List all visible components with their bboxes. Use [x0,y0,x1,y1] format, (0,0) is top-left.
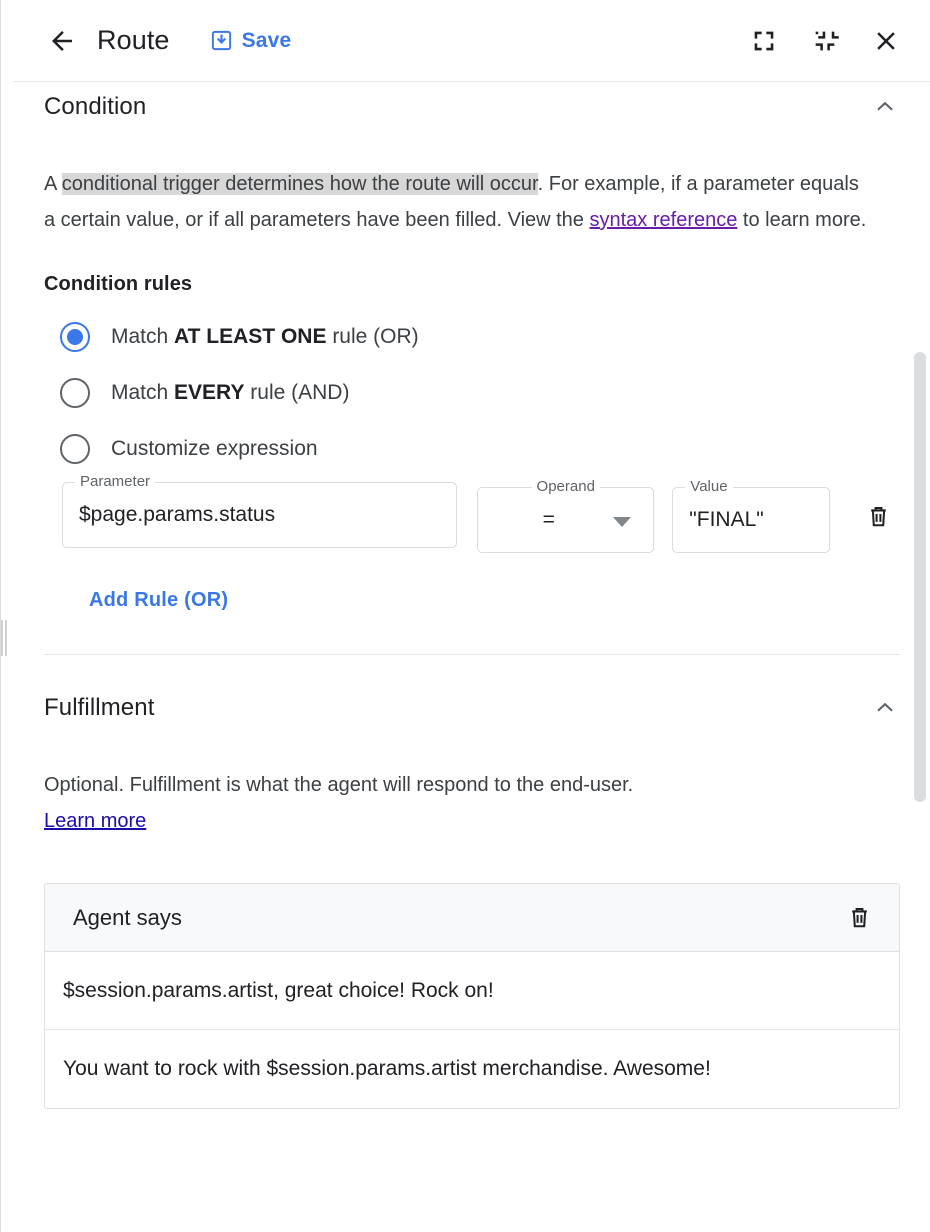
collapse-button[interactable] [805,21,845,61]
value-label: Value [685,478,732,495]
description-tail: to learn more. [737,209,866,231]
condition-title: Condition [44,93,146,121]
operand-select[interactable]: Operand = [477,487,654,553]
scrollbar-track[interactable] [914,172,926,1228]
scrollbar-thumb[interactable] [914,352,926,802]
delete-rule-button[interactable] [856,494,900,538]
resize-grip-bar [1,620,3,656]
agent-says-card-header: Agent says [45,884,899,952]
chevron-up-icon [872,695,898,721]
radio-label: Customize expression [111,437,318,461]
radio-indicator[interactable] [60,434,90,464]
arrow-back-icon [47,26,77,56]
close-button[interactable] [866,21,906,61]
save-download-icon [210,29,233,52]
value-input[interactable]: "FINAL" [673,508,779,532]
trash-icon [865,503,892,530]
condition-rules-label: Condition rules [44,273,900,296]
fullscreen-expand-icon [750,27,778,55]
fullscreen-collapse-icon [811,27,839,55]
description-lead: A [44,173,62,195]
panel-resize-handle[interactable] [1,618,10,658]
operand-value: = [543,508,555,532]
agent-says-title: Agent says [73,905,182,931]
fulfillment-title: Fulfillment [44,694,154,722]
learn-more-link[interactable]: Learn more [44,810,146,832]
save-label: Save [242,29,292,53]
radio-label: Match AT LEAST ONE rule (OR) [111,325,419,349]
trash-icon [846,904,873,931]
agent-message-row[interactable]: You want to rock with $session.params.ar… [45,1030,899,1108]
agent-says-card: Agent says $session.params.artist, great… [44,883,900,1109]
agent-message-row[interactable]: $session.params.artist, great choice! Ro… [45,952,899,1030]
syntax-reference-link[interactable]: syntax reference [590,209,738,231]
fulfillment-collapse-toggle[interactable] [870,693,900,723]
fulfillment-section: Fulfillment Optional. Fulfillment is wha… [14,655,930,1109]
condition-section-header[interactable]: Condition [44,82,900,122]
panel-body: Condition A conditional trigger determin… [14,82,930,1232]
parameter-label: Parameter [75,473,155,490]
radio-label: Match EVERY rule (AND) [111,381,349,405]
chevron-up-icon [872,94,898,120]
parameter-input[interactable]: $page.params.status [63,503,291,527]
condition-rule-row: Parameter $page.params.status Operand = … [44,482,900,553]
add-rule-button[interactable]: Add Rule (OR) [89,589,228,612]
panel-header: Route Save [14,0,930,82]
value-field[interactable]: Value "FINAL" [672,487,830,553]
radio-option-match-every[interactable]: Match EVERY rule (AND) [44,378,900,408]
fulfillment-section-header[interactable]: Fulfillment [44,683,900,723]
description-selected-text: conditional trigger determines how the r… [62,173,538,195]
close-icon [871,26,901,56]
save-button[interactable]: Save [210,29,292,53]
route-panel: Route Save [0,0,930,1232]
radio-indicator[interactable] [60,378,90,408]
fulfillment-description-text: Optional. Fulfillment is what the agent … [44,774,633,796]
condition-section: Condition A conditional trigger determin… [14,82,930,655]
chevron-down-icon [613,517,631,527]
delete-agent-says-button[interactable] [837,896,881,940]
expand-button[interactable] [744,21,784,61]
parameter-field[interactable]: Parameter $page.params.status [62,482,457,548]
back-button[interactable] [45,24,79,58]
resize-grip-bar [5,620,7,656]
radio-indicator[interactable] [60,322,90,352]
condition-description: A conditional trigger determines how the… [44,166,869,238]
fulfillment-description: Optional. Fulfillment is what the agent … [44,767,874,839]
condition-collapse-toggle[interactable] [870,92,900,122]
radio-option-customize-expression[interactable]: Customize expression [44,434,900,464]
operand-label: Operand [532,478,600,495]
page-title: Route [97,25,170,56]
radio-option-match-at-least-one[interactable]: Match AT LEAST ONE rule (OR) [44,322,900,352]
